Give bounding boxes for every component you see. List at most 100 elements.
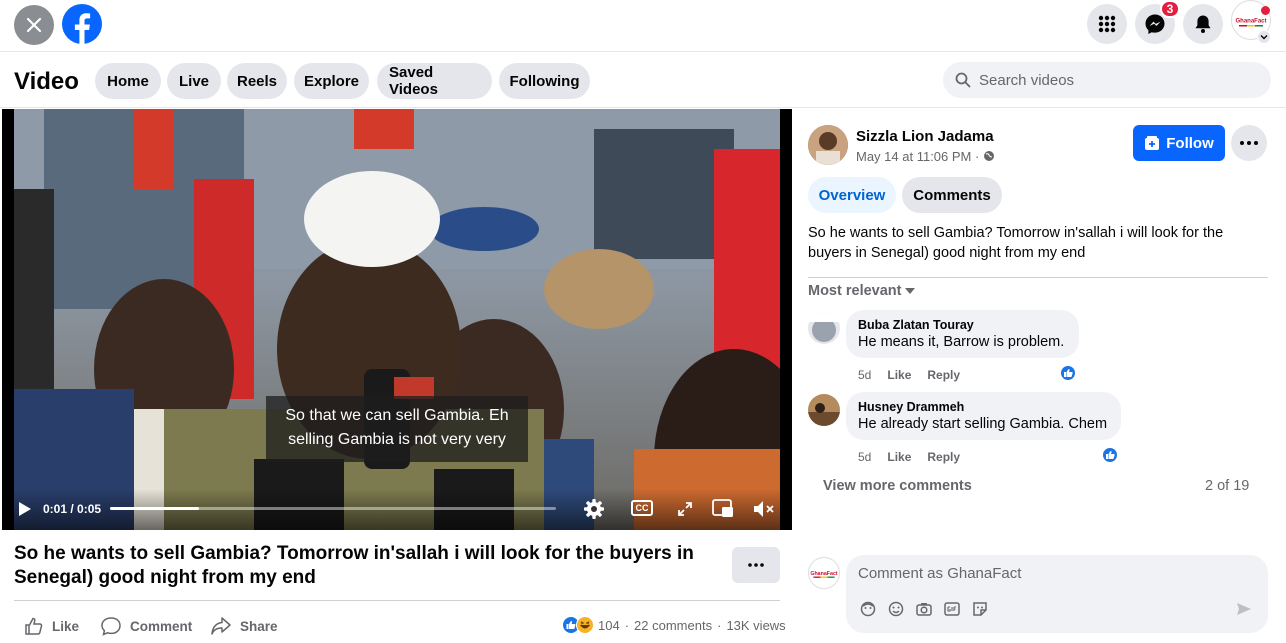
- video-options-button[interactable]: [732, 547, 780, 583]
- picture-in-picture-icon: [712, 499, 733, 517]
- comment-bubble: Husney Drammeh He already start selling …: [846, 392, 1121, 440]
- facebook-f-icon: [74, 13, 91, 44]
- page-title: Video: [14, 68, 79, 95]
- thumbs-up-icon: [1106, 451, 1115, 459]
- comment-like-button[interactable]: Like: [887, 368, 911, 382]
- search-box[interactable]: [943, 62, 1271, 98]
- haha-reaction-icon[interactable]: [576, 616, 594, 634]
- avatar-sticker-button[interactable]: [858, 599, 878, 619]
- comment-reply-button[interactable]: Reply: [927, 450, 960, 464]
- globe-icon: [983, 151, 994, 161]
- post-date-text[interactable]: May 14 at 11:06 PM ·: [856, 149, 983, 164]
- comment-age[interactable]: 5d: [858, 450, 871, 464]
- comment-age[interactable]: 5d: [858, 368, 871, 382]
- more-dots-icon: [748, 563, 764, 567]
- divider: [808, 277, 1268, 278]
- comment-button[interactable]: Comment: [100, 615, 192, 637]
- photo-button[interactable]: [914, 599, 934, 619]
- comment-avatar[interactable]: [808, 312, 840, 344]
- send-comment-button[interactable]: [1234, 599, 1254, 619]
- tab-overview[interactable]: Overview: [808, 177, 896, 213]
- bell-icon: [1195, 15, 1211, 33]
- comment-bubble: Buba Zlatan Touray He means it, Barrow i…: [846, 310, 1079, 358]
- expand-icon: [678, 502, 692, 516]
- divider: [14, 600, 780, 601]
- gif-button[interactable]: [942, 599, 962, 619]
- captions-button[interactable]: CC: [631, 500, 653, 516]
- comment-meta: 5d Like Reply: [858, 450, 960, 464]
- comment-reply-button[interactable]: Reply: [927, 368, 960, 382]
- progress-bar[interactable]: [110, 507, 556, 510]
- comment-like-button[interactable]: Like: [887, 450, 911, 464]
- like-button[interactable]: Like: [24, 615, 79, 637]
- comment-label: Comment: [130, 618, 193, 634]
- comment-author[interactable]: Husney Drammeh: [858, 400, 1109, 414]
- my-avatar: GhanaFact: [808, 557, 840, 589]
- view-more-comments-link[interactable]: View more comments: [823, 478, 972, 494]
- nav-explore[interactable]: Explore: [294, 63, 369, 99]
- progress-fill: [110, 507, 200, 510]
- reaction-count[interactable]: 104: [598, 618, 620, 633]
- account-menu-chevron[interactable]: [1257, 30, 1271, 44]
- comment-icon: [101, 617, 121, 636]
- comment-composer[interactable]: [846, 555, 1268, 633]
- comment-text: He already start selling Gambia. Chem: [858, 416, 1108, 432]
- close-button[interactable]: [14, 5, 54, 45]
- share-icon: [211, 617, 231, 635]
- post-options-button[interactable]: [1231, 125, 1267, 161]
- engagement-stats: 104 · 22 comments · 13K views: [562, 616, 786, 634]
- nav-home[interactable]: Home: [95, 63, 161, 99]
- nav-live[interactable]: Live: [167, 63, 221, 99]
- poster-avatar-image: [808, 125, 848, 165]
- emoji-button[interactable]: [886, 599, 906, 619]
- video-frame: [14, 109, 780, 530]
- facebook-logo[interactable]: [62, 4, 102, 44]
- post-description: So he wants to sell Gambia? Tomorrow in'…: [808, 225, 1224, 261]
- play-icon: [19, 502, 31, 516]
- views-count: 13K views: [726, 617, 786, 633]
- video-player[interactable]: So that we can sell Gambia. Eh selling G…: [2, 109, 792, 530]
- caret-down-icon: [905, 288, 916, 294]
- comment-sort-dropdown[interactable]: Most relevant: [808, 283, 916, 299]
- video-caption: So that we can sell Gambia. Eh selling G…: [266, 396, 528, 462]
- comment-avatar-image: [808, 312, 840, 344]
- post-date: May 14 at 11:06 PM ·: [856, 149, 995, 164]
- miniplayer-button[interactable]: [712, 498, 734, 523]
- fullscreen-button[interactable]: [677, 501, 693, 522]
- tab-comments[interactable]: Comments: [902, 177, 1002, 213]
- volume-muted-icon: [754, 501, 774, 517]
- comment-text: He means it, Barrow is problem.: [858, 334, 1065, 350]
- svg-text:GhanaFact: GhanaFact: [810, 571, 838, 577]
- video-info: So he wants to sell Gambia? Tomorrow in'…: [0, 530, 792, 643]
- follow-button[interactable]: Follow: [1133, 125, 1225, 161]
- time-display: 0:01 / 0:05: [43, 502, 102, 516]
- nav-following[interactable]: Following: [499, 63, 590, 99]
- poster-name[interactable]: Sizzla Lion Jadama: [856, 128, 994, 145]
- share-button[interactable]: Share: [210, 615, 278, 637]
- comments-count[interactable]: 22 comments: [634, 618, 712, 633]
- search-input[interactable]: [979, 71, 1259, 89]
- play-button[interactable]: [18, 501, 32, 522]
- thumbs-up-icon: [1064, 369, 1073, 377]
- comment-reaction[interactable]: [1059, 364, 1077, 382]
- mute-button[interactable]: [752, 498, 776, 525]
- nav-reels[interactable]: Reels: [227, 63, 287, 99]
- stats-separator: ·: [717, 617, 722, 633]
- gif-icon: [944, 602, 960, 616]
- menu-button[interactable]: [1087, 4, 1127, 44]
- share-label: Share: [240, 618, 278, 634]
- search-icon: [955, 72, 971, 88]
- comment-input[interactable]: [858, 565, 1218, 582]
- messenger-icon: [1145, 14, 1165, 34]
- comment-author[interactable]: Buba Zlatan Touray: [858, 318, 1067, 332]
- settings-button[interactable]: [583, 498, 605, 525]
- sticker-button[interactable]: [970, 599, 990, 619]
- comment-reaction[interactable]: [1101, 446, 1119, 464]
- comment-meta: 5d Like Reply: [858, 368, 960, 382]
- sticker-icon: [973, 602, 987, 616]
- nav-saved-videos[interactable]: Saved Videos: [377, 63, 492, 99]
- poster-avatar[interactable]: [808, 125, 848, 165]
- ghanafact-logo: GhanaFact: [810, 571, 838, 578]
- notifications-button[interactable]: [1183, 4, 1223, 44]
- comment-avatar[interactable]: [808, 394, 840, 426]
